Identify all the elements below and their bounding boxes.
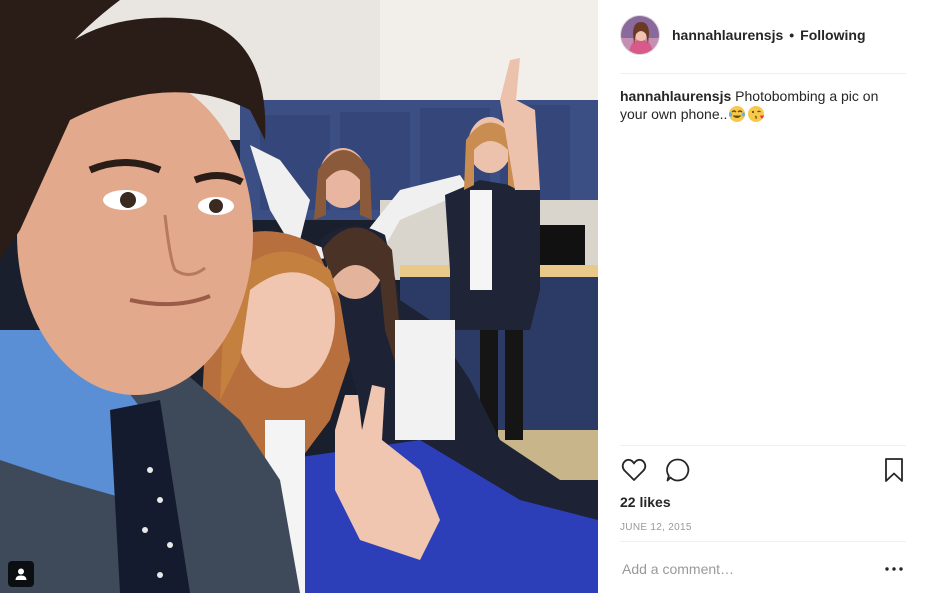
post-photo[interactable] [0, 0, 598, 593]
tears-of-joy-emoji [727, 106, 746, 122]
header-username[interactable]: hannahlaurensjs [672, 27, 783, 43]
caption-username[interactable]: hannahlaurensjs [620, 88, 731, 104]
post-header: hannahlaurensjs • Following [620, 14, 906, 56]
heart-icon[interactable] [620, 456, 648, 484]
ellipsis-icon[interactable] [882, 559, 906, 579]
speech-bubble-icon[interactable] [664, 456, 692, 484]
post-container: hannahlaurensjs • Following hannahlauren… [0, 0, 927, 593]
avatar[interactable] [620, 15, 660, 55]
likes-count[interactable]: 22 likes [620, 494, 671, 510]
header-divider [620, 73, 906, 74]
comment-divider [620, 541, 906, 542]
post-caption: hannahlaurensjs Photobombing a pic on yo… [620, 87, 906, 123]
post-date: JUNE 12, 2015 [620, 522, 692, 533]
bookmark-icon[interactable] [880, 456, 908, 484]
selfie-photo [0, 0, 598, 593]
follow-status-button[interactable]: Following [800, 27, 865, 43]
post-actions [620, 456, 906, 486]
actions-divider [620, 445, 906, 446]
user-tag-icon[interactable] [8, 561, 34, 587]
header-separator: • [789, 27, 795, 43]
comment-input[interactable] [620, 555, 872, 583]
kissing-face-emoji [746, 106, 765, 122]
post-sidebar: hannahlaurensjs • Following hannahlauren… [598, 0, 927, 593]
comment-form [620, 555, 906, 583]
